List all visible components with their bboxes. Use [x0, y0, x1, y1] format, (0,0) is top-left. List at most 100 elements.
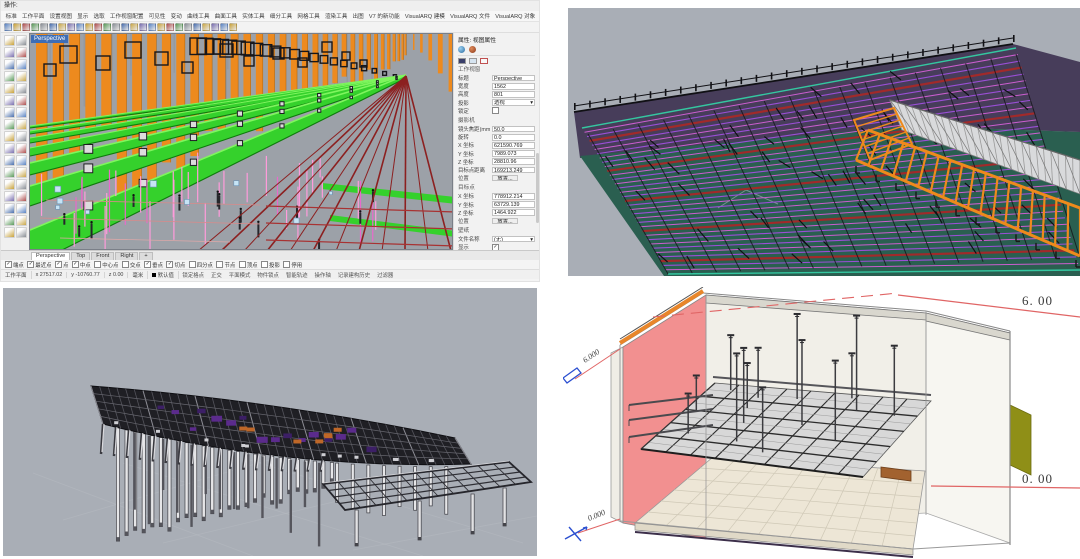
menu-tab-1[interactable]: 标准 — [3, 12, 19, 20]
osnap-checkbox[interactable] — [216, 261, 223, 268]
toggle-操作轴[interactable]: 操作轴 — [311, 271, 334, 279]
osnap-最近点[interactable]: ✓最近点 — [27, 261, 51, 269]
lock-icon[interactable] — [229, 23, 237, 31]
lock-object-tool-icon[interactable] — [16, 227, 27, 238]
save-icon[interactable] — [22, 23, 30, 31]
toggle-物件锁点[interactable]: 物件锁点 — [254, 271, 283, 279]
cut-icon[interactable] — [40, 23, 48, 31]
scale-tool-tool-icon[interactable] — [16, 179, 27, 190]
units-pane[interactable]: 毫米 — [128, 271, 148, 279]
toggle-记录建构历史[interactable]: 记录建构历史 — [334, 271, 373, 279]
place-button[interactable]: 放置... — [492, 218, 518, 225]
osnap-中点[interactable]: ✓中点 — [72, 261, 91, 269]
viewport-properties-icon[interactable] — [458, 58, 466, 64]
hide-icon[interactable] — [220, 23, 228, 31]
osnap-checkbox[interactable] — [239, 261, 246, 268]
osnap-交点[interactable]: 交点 — [122, 261, 141, 269]
osnap-checkbox[interactable] — [189, 261, 196, 268]
select-tool-icon[interactable] — [4, 35, 15, 46]
osnap-checkbox[interactable] — [122, 261, 129, 268]
property-value-field[interactable]: 7989.073 — [492, 150, 535, 157]
loft-tool-icon[interactable] — [4, 107, 15, 118]
toggle-平面模式[interactable]: 平面模式 — [225, 271, 254, 279]
copy-icon[interactable] — [49, 23, 57, 31]
open-file-icon[interactable] — [13, 23, 21, 31]
move-icon[interactable] — [130, 23, 138, 31]
menu-tab-2[interactable]: 工作平面 — [19, 12, 47, 20]
dimension-tool-icon[interactable] — [4, 191, 15, 202]
boolean-union-tool-icon[interactable] — [4, 131, 15, 142]
osnap-点[interactable]: ✓点 — [55, 261, 68, 269]
array-tool-icon[interactable] — [4, 179, 15, 190]
mirror-tool-icon[interactable] — [16, 167, 27, 178]
menu-tab-17[interactable]: VisualARQ 建模 — [402, 12, 447, 20]
display-mode-icon[interactable] — [469, 58, 477, 64]
viewport-tab-perspective[interactable]: Perspective — [31, 252, 70, 261]
menu-tab-12[interactable]: 细分工具 — [267, 12, 295, 20]
redo-icon[interactable] — [76, 23, 84, 31]
property-value-field[interactable]: 801 — [492, 91, 535, 98]
property-value-field[interactable]: 1464.922 — [492, 209, 535, 216]
osnap-垂点[interactable]: ✓垂点 — [144, 261, 163, 269]
group-tool-icon[interactable] — [4, 215, 15, 226]
split-tool-icon[interactable] — [16, 143, 27, 154]
rotate-icon[interactable] — [148, 23, 156, 31]
osnap-checkbox[interactable]: ✓ — [27, 261, 34, 268]
property-value-field[interactable]: 50.0 — [492, 126, 535, 133]
menu-tab-8[interactable]: 变动 — [168, 12, 184, 20]
property-value-field[interactable]: 0.0 — [492, 134, 535, 141]
sweep-tool-icon[interactable] — [16, 119, 27, 130]
osnap-停用[interactable]: 停用 — [283, 261, 302, 269]
undo-icon[interactable] — [67, 23, 75, 31]
toggle-锁定格点[interactable]: 锁定格点 — [179, 271, 208, 279]
osnap-checkbox[interactable]: ✓ — [72, 261, 79, 268]
osnap-端点[interactable]: ✓端点 — [5, 261, 24, 269]
menu-tab-7[interactable]: 可见性 — [146, 12, 168, 20]
property-value-field[interactable]: 621590.769 — [492, 142, 535, 149]
x-coordinate[interactable]: x 27517.02 — [32, 272, 68, 278]
chamfer-tool-icon[interactable] — [16, 155, 27, 166]
menu-tab-18[interactable]: VisualARQ 文件 — [447, 12, 492, 20]
hide-object-tool-icon[interactable] — [4, 227, 15, 238]
menu-tab-19[interactable]: VisualARQ 对象 — [493, 12, 538, 20]
osnap-checkbox[interactable]: ✓ — [55, 261, 62, 268]
extrude-tool-icon[interactable] — [16, 107, 27, 118]
rotate-view-icon[interactable] — [121, 23, 129, 31]
menu-tab-13[interactable]: 网格工具 — [295, 12, 323, 20]
polygon-tool-icon[interactable] — [16, 83, 27, 94]
mirror-icon[interactable] — [166, 23, 174, 31]
toggle-正交[interactable]: 正交 — [208, 271, 226, 279]
property-value-field[interactable]: 169213.249 — [492, 167, 535, 174]
osnap-节点[interactable]: 节点 — [216, 261, 235, 269]
osnap-checkbox[interactable]: ✓ — [144, 261, 151, 268]
zoom-window-icon[interactable] — [103, 23, 111, 31]
osnap-checkbox[interactable]: ✓ — [166, 261, 173, 268]
property-value-field[interactable]: 778912.214 — [492, 193, 535, 200]
menu-tab-4[interactable]: 显示 — [75, 12, 91, 20]
properties-tab-icon[interactable] — [458, 46, 465, 53]
toggle-智能轨迹[interactable]: 智能轨迹 — [282, 271, 311, 279]
camera-icon[interactable] — [480, 58, 488, 64]
menu-tab-5[interactable]: 选取 — [91, 12, 107, 20]
显示-checkbox[interactable]: ✓ — [492, 244, 499, 250]
menu-tab-9[interactable]: 曲线工具 — [184, 12, 212, 20]
select-icon[interactable] — [85, 23, 93, 31]
menu-tab-3[interactable]: 设置视图 — [47, 12, 75, 20]
surface-tool-icon[interactable] — [4, 95, 15, 106]
split-icon[interactable] — [193, 23, 201, 31]
move-tool-icon[interactable] — [4, 47, 15, 58]
point-tool-icon[interactable] — [4, 203, 15, 214]
menu-tab-10[interactable]: 曲面工具 — [212, 12, 240, 20]
trim-tool-icon[interactable] — [4, 143, 15, 154]
fillet-tool-icon[interactable] — [4, 155, 15, 166]
viewport-title-label[interactable]: Perspective — [31, 35, 68, 43]
fillet-icon[interactable] — [202, 23, 210, 31]
viewport-canvas[interactable] — [30, 34, 453, 250]
property-value-field[interactable]: Perspective — [492, 75, 535, 82]
layers-tab-icon[interactable] — [469, 46, 476, 53]
print-icon[interactable] — [31, 23, 39, 31]
place-button[interactable]: 放置... — [492, 175, 518, 182]
menu-tab-14[interactable]: 渲染工具 — [322, 12, 350, 20]
viewport-tab-+[interactable]: + — [139, 252, 152, 261]
offset-tool-icon[interactable] — [4, 167, 15, 178]
